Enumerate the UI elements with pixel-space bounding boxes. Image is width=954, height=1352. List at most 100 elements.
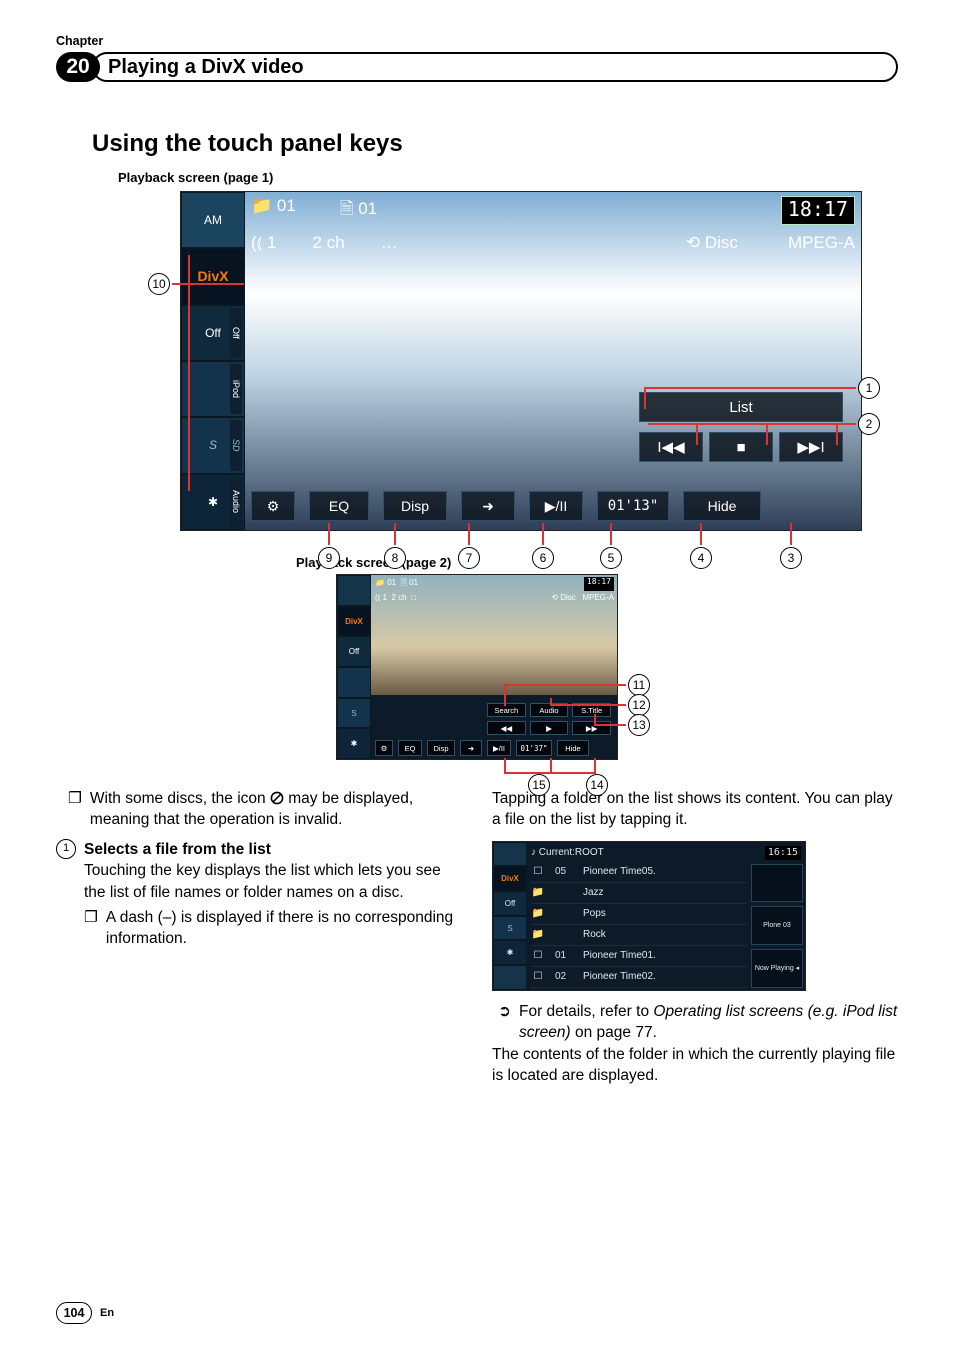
callout-6: 6 bbox=[532, 547, 554, 569]
search-button[interactable]: Search bbox=[487, 703, 526, 717]
page-number: 104 bbox=[56, 1302, 92, 1324]
callout-12: 12 bbox=[628, 694, 650, 716]
reference-arrow-icon: ➲ bbox=[498, 1001, 511, 1044]
tab-divx[interactable]: DivX bbox=[181, 248, 245, 304]
item-1-subnote: ❐ A dash (–) is displayed if there is no… bbox=[56, 907, 462, 950]
callout-11: 11 bbox=[628, 674, 650, 696]
item-1-number: 1 bbox=[56, 839, 76, 859]
codec: MPEG-A bbox=[788, 233, 855, 253]
callout-1: 1 bbox=[858, 377, 880, 399]
pb2-eq-button[interactable]: EQ bbox=[398, 740, 422, 756]
pb2-settings-button[interactable]: ⚙ bbox=[375, 740, 393, 756]
list-item[interactable]: 📁Jazz bbox=[531, 883, 747, 904]
pb2-hide-button[interactable]: Hide bbox=[557, 740, 589, 756]
pb2-time: 01'37" bbox=[516, 740, 552, 756]
list-header: ♪ Current:ROOT bbox=[531, 846, 604, 860]
eq-button[interactable]: EQ bbox=[309, 491, 369, 521]
channels: 2 ch bbox=[313, 233, 345, 253]
list-item[interactable]: ☐02Pioneer Time02. bbox=[531, 967, 747, 988]
settings-button[interactable]: ⚙ bbox=[251, 491, 295, 521]
pb2-play-button[interactable]: ▶/II bbox=[487, 740, 511, 756]
prohibit-icon bbox=[270, 791, 284, 805]
prev-button[interactable]: I◀◀ bbox=[639, 432, 703, 462]
next-button[interactable]: ▶▶I bbox=[779, 432, 843, 462]
list-item[interactable]: ☐01Pioneer Time01. bbox=[531, 946, 747, 967]
callout-9: 9 bbox=[318, 547, 340, 569]
pb2-info: 📁 01 🗎 0118:17 (⦅ 1 2 ch □⟲ Disc MPEG-A bbox=[375, 577, 614, 603]
clock: 18:17 bbox=[781, 196, 855, 225]
cross-reference: ➲ For details, refer to Operating list s… bbox=[492, 1001, 898, 1044]
repeat-mode: ⟲ Disc bbox=[686, 233, 738, 253]
box-bullet-icon: ❐ bbox=[84, 907, 98, 950]
chapter-title: Playing a DivX video bbox=[92, 52, 898, 82]
chapter-label: Chapter bbox=[56, 34, 898, 48]
pb2-tab-bt[interactable]: ✱ bbox=[337, 728, 371, 759]
pb2-tab-ipod[interactable] bbox=[337, 667, 371, 698]
chapter-header: 20 Playing a DivX video bbox=[56, 52, 898, 82]
tab-bt[interactable]: ✱Audio bbox=[181, 474, 245, 530]
rewind-button[interactable]: ◀◀ bbox=[487, 721, 526, 735]
callout-13: 13 bbox=[628, 714, 650, 736]
callout-8: 8 bbox=[384, 547, 406, 569]
transport-row: I◀◀ ■ ▶▶I bbox=[639, 432, 843, 462]
callout-10: 10 bbox=[148, 273, 170, 295]
disp-button[interactable]: Disp bbox=[383, 491, 447, 521]
frame-advance-button[interactable]: ▶ bbox=[530, 721, 569, 735]
pb2-tab-divx[interactable]: DivX bbox=[337, 606, 371, 637]
page-language: En bbox=[100, 1307, 114, 1319]
file-indicator: 🗎 01 bbox=[340, 196, 377, 225]
left-column: ❐ With some discs, the icon may be displ… bbox=[56, 788, 462, 1086]
bottom-bar: ⚙ EQ Disp ➜ ▶/II 01'13" Hide bbox=[251, 488, 855, 524]
list-button[interactable]: List bbox=[639, 392, 843, 422]
playback-info: 📁 01 🗎 01 18:17 (⦅ 1 2 ch … ⟲ Disc MPEG-… bbox=[251, 196, 855, 252]
list-screenshot: DivX Off S ✱ ♪ Current:ROOT 16:15 ☐05Pio… bbox=[492, 841, 806, 991]
pb2-disp-button[interactable]: Disp bbox=[427, 740, 455, 756]
caption-playback1: Playback screen (page 1) bbox=[118, 170, 898, 185]
item-1: 1 Selects a file from the list Touching … bbox=[56, 839, 462, 903]
list-item[interactable]: ☐05Pioneer Time05. bbox=[531, 862, 747, 883]
list-clock: 16:15 bbox=[765, 846, 801, 860]
list-item[interactable]: 📁Pops bbox=[531, 904, 747, 925]
playback-screen-2-wrap: DivX Off S ✱ 📁 01 🗎 0118:17 (⦅ 1 2 ch □⟲… bbox=[336, 574, 666, 760]
box-bullet-icon: ❐ bbox=[68, 788, 82, 831]
playback-screen-1-wrap: AM DivX OffOff iPod SSD ✱Audio 📁 01 🗎 01… bbox=[118, 191, 878, 531]
hide-button[interactable]: Hide bbox=[683, 491, 761, 521]
stop-button[interactable]: ■ bbox=[709, 432, 773, 462]
side-btn-2[interactable]: Plone 03 bbox=[751, 906, 803, 945]
pb2-arrow-button[interactable]: ➜ bbox=[460, 740, 482, 756]
body-columns: ❐ With some discs, the icon may be displ… bbox=[56, 788, 898, 1086]
side-btn-1[interactable] bbox=[751, 864, 803, 903]
play-pause-button[interactable]: ▶/II bbox=[529, 491, 583, 521]
pb2-tab-off[interactable]: Off bbox=[337, 636, 371, 667]
callout-5: 5 bbox=[600, 547, 622, 569]
pb2-tab-am[interactable] bbox=[337, 575, 371, 606]
item-1-body: Touching the key displays the list which… bbox=[84, 860, 462, 903]
elapsed-time: 01'13" bbox=[597, 491, 669, 521]
side-btn-3[interactable]: Now Playing ◂ bbox=[751, 949, 803, 988]
tab-am[interactable]: AM bbox=[181, 192, 245, 248]
playback-screen-1: AM DivX OffOff iPod SSD ✱Audio 📁 01 🗎 01… bbox=[180, 191, 862, 531]
callout-3: 3 bbox=[780, 547, 802, 569]
folder-indicator: 📁 01 bbox=[251, 196, 296, 225]
tab-ipod[interactable]: iPod bbox=[181, 361, 245, 417]
note-invalid-icon: ❐ With some discs, the icon may be displ… bbox=[56, 788, 462, 831]
audio-track: (⦅ 1 bbox=[251, 233, 277, 253]
callout-2: 2 bbox=[858, 413, 880, 435]
source-tabs: AM DivX OffOff iPod SSD ✱Audio bbox=[181, 192, 245, 530]
callout-7: 7 bbox=[458, 547, 480, 569]
callout-14: 14 bbox=[586, 774, 608, 796]
item-1-lead: Selects a file from the list bbox=[84, 841, 271, 858]
callout-4: 4 bbox=[690, 547, 712, 569]
page-footer: 104 En bbox=[56, 1302, 114, 1324]
tab-sd[interactable]: SSD bbox=[181, 417, 245, 473]
right-para-2: The contents of the folder in which the … bbox=[492, 1044, 898, 1087]
section-heading: Using the touch panel keys bbox=[56, 130, 898, 158]
right-column: Tapping a folder on the list shows its c… bbox=[492, 788, 898, 1086]
playback-screen-2: DivX Off S ✱ 📁 01 🗎 0118:17 (⦅ 1 2 ch □⟲… bbox=[336, 574, 618, 760]
tab-off[interactable]: OffOff bbox=[181, 305, 245, 361]
list-item[interactable]: 📁Rock bbox=[531, 925, 747, 946]
callout-15: 15 bbox=[528, 774, 550, 796]
right-para-1: Tapping a folder on the list shows its c… bbox=[492, 788, 898, 831]
pb2-tab-sd[interactable]: S bbox=[337, 698, 371, 729]
page-arrow-button[interactable]: ➜ bbox=[461, 491, 515, 521]
